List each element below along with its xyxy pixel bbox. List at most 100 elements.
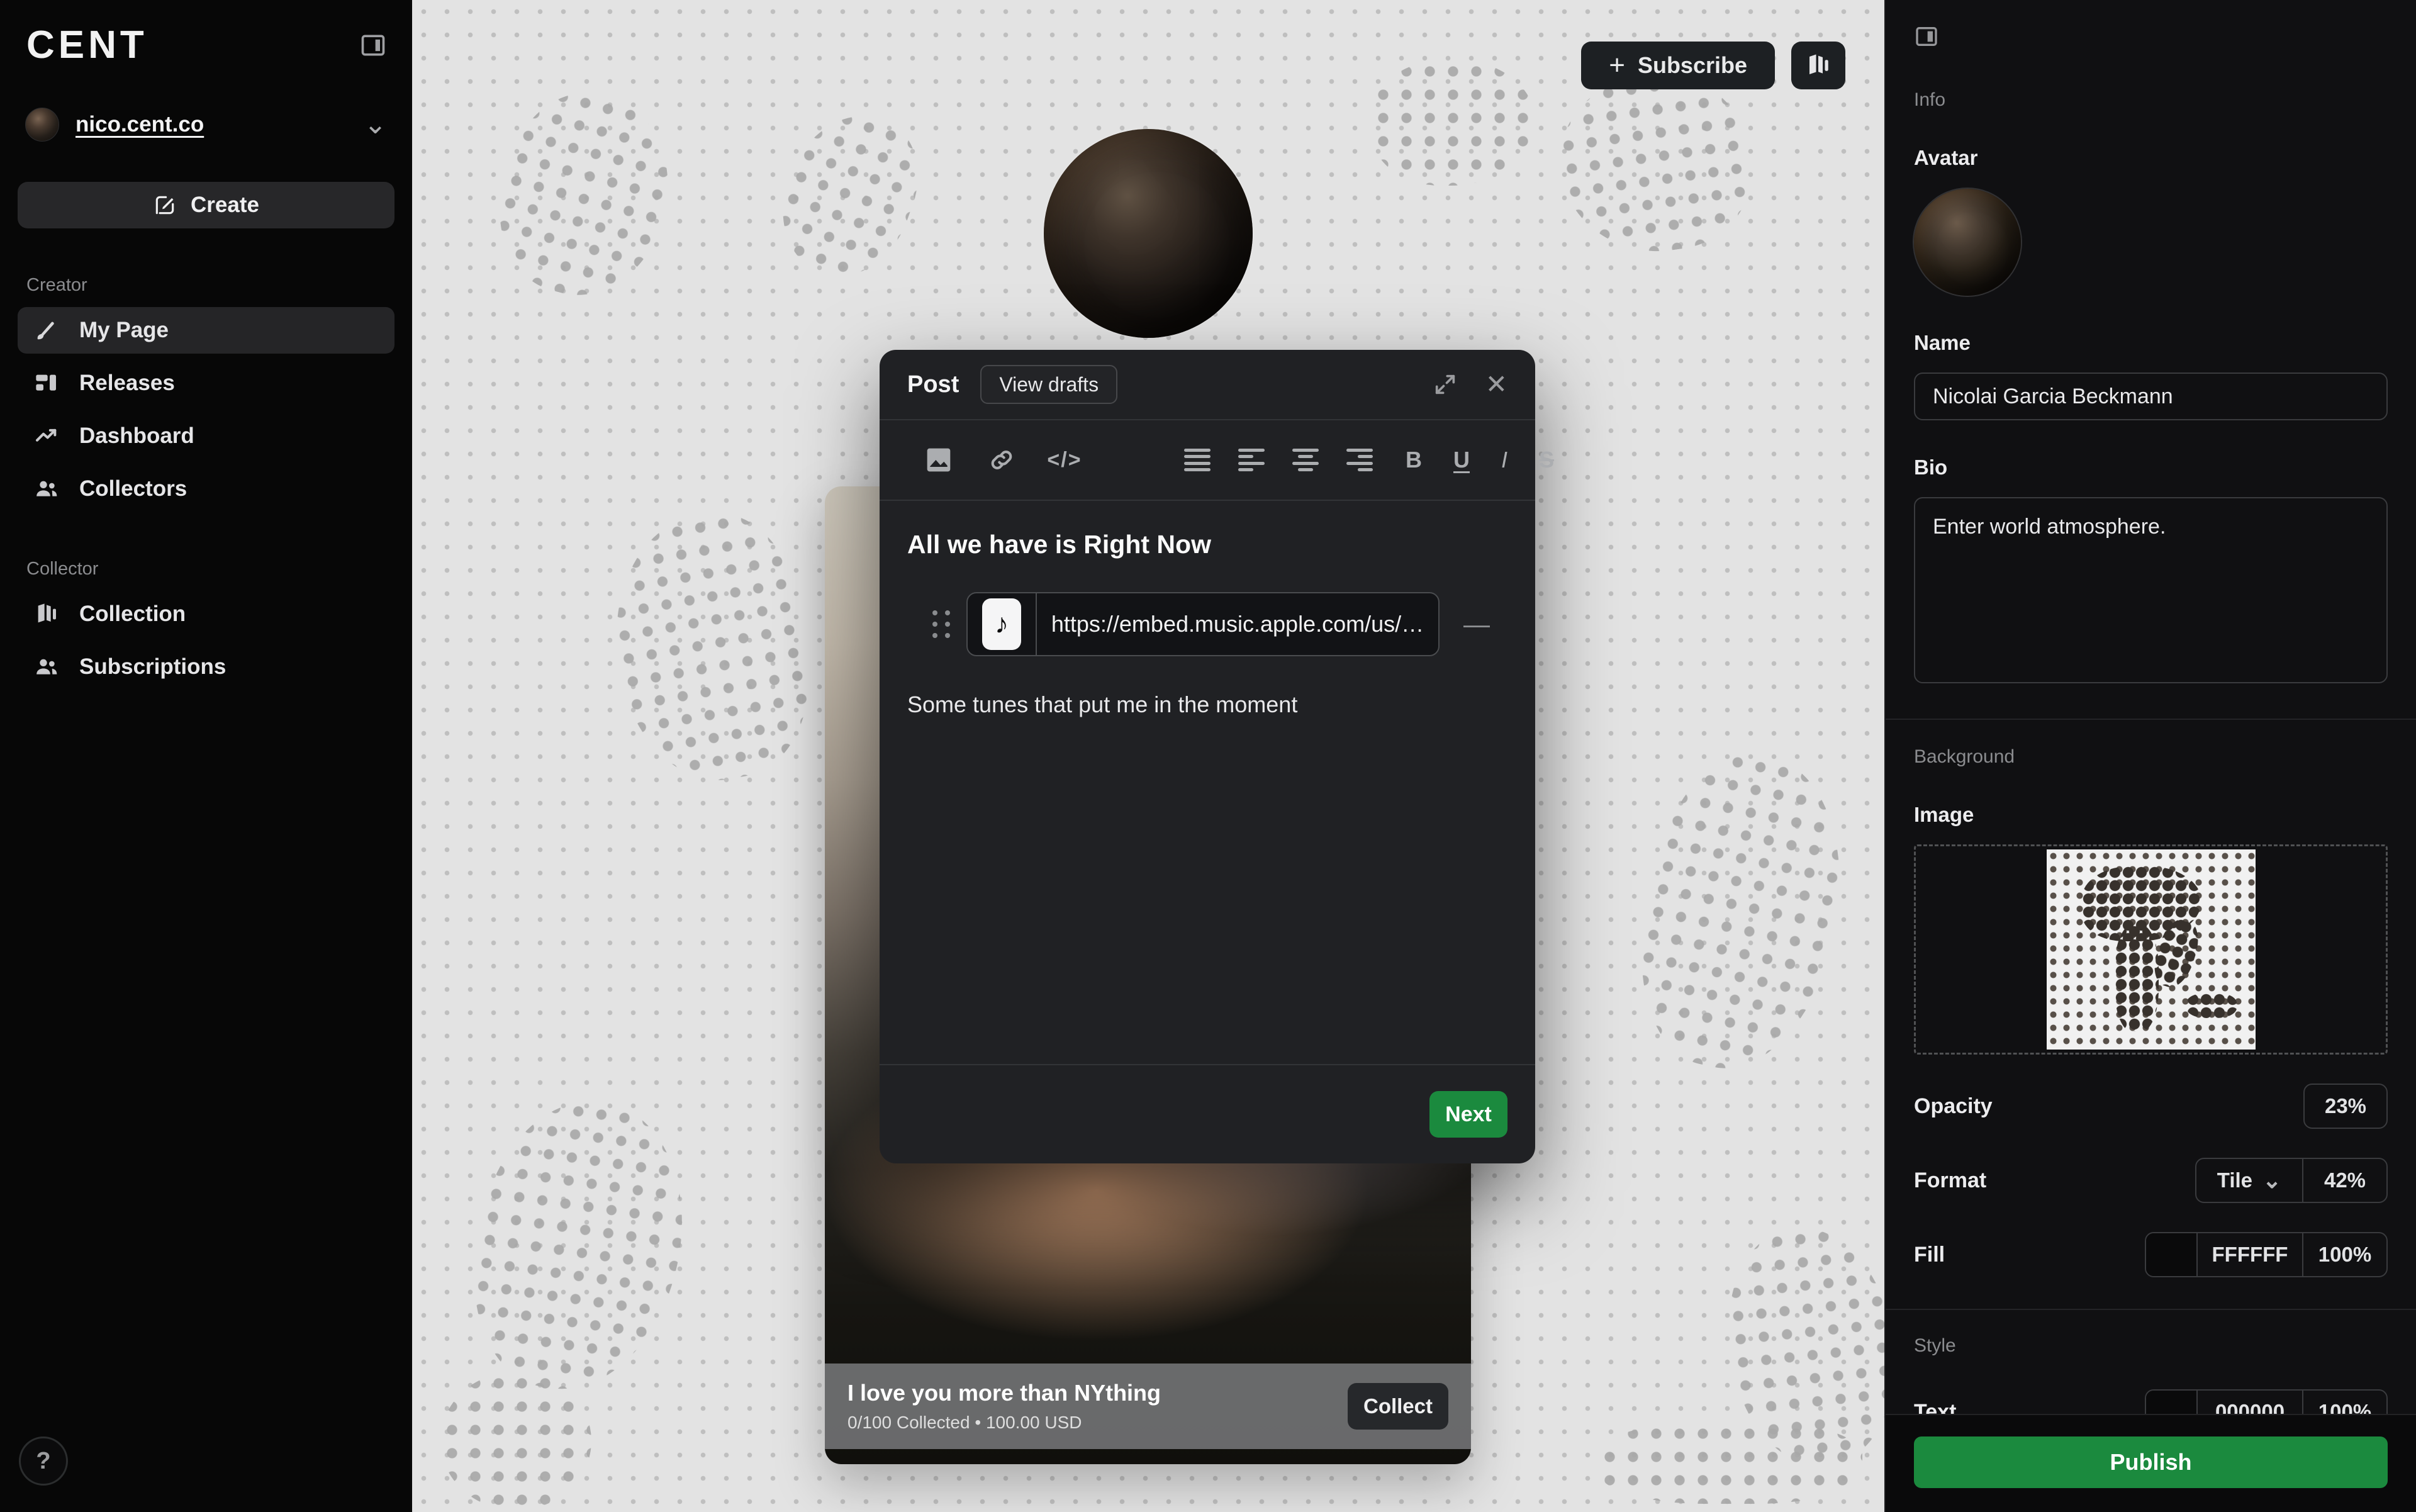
modal-header-icons: ✕	[1433, 371, 1507, 398]
background-image-dropzone[interactable]	[1914, 844, 2388, 1055]
post-title-text[interactable]: All we have is Right Now	[907, 530, 1507, 559]
embed-url-text[interactable]: https://embed.music.apple.com/us/…	[1037, 593, 1438, 655]
users-icon	[34, 476, 59, 501]
insert-group: </>	[925, 446, 1078, 474]
avatar-preview[interactable]	[1914, 189, 2021, 296]
fill-row: Fill FFFFFF 100%	[1914, 1232, 2388, 1277]
italic-button[interactable]: I	[1501, 447, 1507, 473]
fill-opacity-input[interactable]: 100%	[2302, 1233, 2386, 1276]
drag-handle[interactable]	[932, 610, 950, 638]
bio-textarea[interactable]: Enter world atmosphere.	[1914, 497, 2388, 683]
image-field-label: Image	[1914, 803, 2388, 827]
next-button[interactable]: Next	[1429, 1091, 1507, 1138]
help-button[interactable]: ?	[19, 1436, 68, 1486]
halftone-cluster	[480, 77, 690, 313]
chevron-down-icon: ⌄	[2262, 1176, 2281, 1185]
collection-flag-icon	[34, 602, 59, 627]
sidebar-collapse-icon[interactable]	[359, 31, 387, 59]
releases-icon	[34, 371, 59, 396]
name-input[interactable]	[1914, 372, 2388, 420]
collect-button[interactable]: Collect	[1348, 1383, 1448, 1430]
style-section-label: Style	[1914, 1335, 2388, 1357]
subscribe-button-label: Subscribe	[1638, 52, 1747, 79]
publish-button[interactable]: Publish	[1914, 1436, 2388, 1488]
collector-section-label: Collector	[26, 559, 394, 580]
avatar-field-label: Avatar	[1914, 146, 2388, 170]
bold-button[interactable]: B	[1406, 447, 1422, 473]
close-icon[interactable]: ✕	[1485, 371, 1507, 398]
account-switcher[interactable]: nico.cent.co ⌄	[18, 108, 394, 142]
sidebar-item-label: Subscriptions	[79, 654, 226, 680]
release-title: I love you more than NYthing	[847, 1380, 1161, 1406]
sidebar-item-my-page[interactable]: My Page	[18, 307, 394, 354]
fill-color-swatch[interactable]	[2146, 1233, 2196, 1276]
background-image-thumbnail	[2047, 849, 2256, 1050]
sidebar-item-label: Dashboard	[79, 423, 194, 449]
halftone-cluster	[763, 97, 937, 294]
align-left-button[interactable]	[1238, 449, 1265, 471]
opacity-row: Opacity 23%	[1914, 1084, 2388, 1129]
sidebar-item-subscriptions[interactable]: Subscriptions	[18, 644, 394, 690]
sidebar-item-collection[interactable]: Collection	[18, 591, 394, 637]
subscribe-button[interactable]: + Subscribe	[1581, 42, 1775, 89]
page-actions: + Subscribe	[1581, 42, 1845, 89]
cent-logo: CENT	[26, 23, 148, 67]
opacity-input[interactable]: 23%	[2303, 1084, 2388, 1129]
align-right-button[interactable]	[1346, 449, 1373, 471]
chevron-down-icon[interactable]: ⌄	[364, 119, 387, 130]
panel-collapse-icon[interactable]	[1914, 24, 1939, 49]
create-button[interactable]: Create	[18, 182, 394, 228]
view-drafts-button[interactable]: View drafts	[980, 365, 1117, 404]
post-modal-footer: Next	[880, 1064, 1535, 1163]
music-embed-icon-cell: ♪	[968, 593, 1037, 655]
post-editor-body[interactable]: All we have is Right Now ♪ https://embed…	[880, 501, 1535, 1064]
sidebar-item-dashboard[interactable]: Dashboard	[18, 413, 394, 459]
insert-code-button[interactable]: </>	[1051, 446, 1078, 474]
format-row: Format Tile ⌄ 42%	[1914, 1158, 2388, 1203]
sidebar-item-label: Collectors	[79, 476, 187, 501]
fill-hex-input[interactable]: FFFFFF	[2196, 1233, 2302, 1276]
sidebar-item-collectors[interactable]: Collectors	[18, 466, 394, 512]
format-scale-input[interactable]: 42%	[2302, 1159, 2386, 1202]
collector-nav: Collection Subscriptions	[18, 591, 394, 690]
sidebar-item-releases[interactable]: Releases	[18, 360, 394, 406]
expand-icon[interactable]	[1433, 372, 1458, 397]
post-modal: Post View drafts ✕	[880, 350, 1535, 1163]
underline-button[interactable]: U	[1453, 447, 1470, 473]
remove-embed-button[interactable]: —	[1463, 611, 1490, 637]
sidebar-item-label: Releases	[79, 371, 175, 396]
music-embed-field[interactable]: ♪ https://embed.music.apple.com/us/…	[966, 592, 1440, 656]
format-select-value: Tile	[2217, 1168, 2252, 1192]
format-label: Format	[1914, 1168, 1986, 1193]
halftone-cluster	[1372, 60, 1535, 186]
creator-section-label: Creator	[26, 275, 394, 296]
sidebar-header: CENT	[18, 23, 394, 67]
account-handle[interactable]: nico.cent.co	[76, 112, 204, 137]
account-avatar	[25, 108, 59, 142]
collection-flag-icon	[1805, 52, 1832, 79]
strikethrough-button[interactable]: S	[1539, 447, 1554, 473]
insert-image-button[interactable]	[925, 446, 953, 474]
page-preview-canvas: + Subscribe I love you more than NYthing…	[412, 0, 1884, 1512]
format-select[interactable]: Tile ⌄	[2196, 1159, 2302, 1202]
create-button-label: Create	[191, 193, 259, 218]
halftone-cluster	[459, 1089, 699, 1403]
creator-nav: My Page Releases Dashboard Collector	[18, 307, 394, 512]
sidebar-item-label: My Page	[79, 318, 169, 343]
sidebar-item-label: Collection	[79, 602, 186, 627]
halftone-cluster	[1549, 63, 1760, 264]
halftone-cluster	[440, 1372, 591, 1510]
align-center-button[interactable]	[1292, 449, 1319, 471]
question-mark-icon: ?	[36, 1448, 50, 1475]
modal-title: Post	[907, 371, 959, 398]
insert-link-button[interactable]	[988, 446, 1015, 474]
collection-button[interactable]	[1791, 42, 1845, 89]
app-window: CENT nico.cent.co ⌄ Create Creator	[0, 0, 2416, 1512]
profile-avatar[interactable]	[1044, 129, 1253, 338]
fill-label: Fill	[1914, 1243, 1945, 1267]
format-controls: Tile ⌄ 42%	[2195, 1158, 2388, 1203]
post-modal-header: Post View drafts ✕	[880, 350, 1535, 420]
post-body-text[interactable]: Some tunes that put me in the moment	[907, 692, 1507, 718]
thumbnail-cluster	[2186, 993, 2237, 1018]
align-justify-button[interactable]	[1184, 449, 1211, 471]
